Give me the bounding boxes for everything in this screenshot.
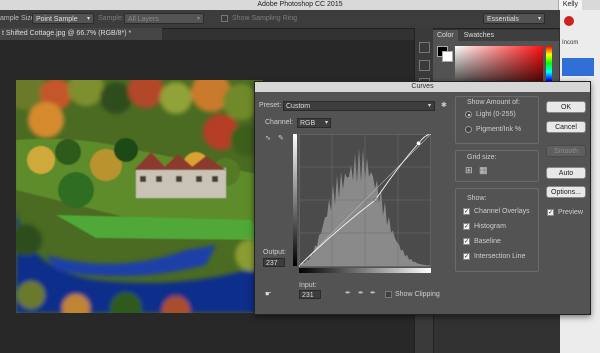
cancel-button[interactable]: Cancel	[546, 121, 586, 133]
ok-button[interactable]: OK	[546, 101, 586, 113]
chevron-down-icon: ▾	[537, 16, 541, 22]
auto-button[interactable]: Auto	[546, 167, 586, 179]
panel-icon[interactable]	[419, 60, 430, 71]
document-tab[interactable]: t Shifted Cottage.jpg @ 66.7% (RGB/8*) *	[0, 28, 162, 40]
options-button[interactable]: Options...	[546, 186, 586, 198]
curve-edit-points-icon[interactable]: ∿	[265, 134, 271, 143]
show-clipping-label: Show Clipping	[395, 291, 440, 298]
preset-options-gear-icon[interactable]: ✱	[441, 101, 447, 110]
workspace-select[interactable]: Essentials ▾	[483, 13, 545, 24]
detailed-grid-icon[interactable]: ▦	[479, 166, 488, 175]
app-title: Adobe Photoshop CC 2015	[257, 1, 343, 8]
output-gradient-bar	[293, 134, 297, 266]
tab-swatches[interactable]: Swatches	[460, 30, 498, 41]
show-amount-title: Show Amount of:	[467, 99, 520, 106]
light-radio[interactable]	[465, 111, 472, 118]
pinterest-icon[interactable]	[564, 16, 574, 26]
sample-select[interactable]: All Layers ▾	[124, 13, 204, 24]
show-clipping-checkbox[interactable]	[385, 291, 392, 298]
curve-control-point[interactable]	[373, 197, 378, 202]
intersection-line-label: Intersection Line	[474, 253, 526, 260]
output-label: Output:	[263, 249, 286, 256]
background-color-swatch[interactable]	[442, 51, 453, 62]
tilt-shift-photo	[16, 80, 263, 313]
baseline-label: Baseline	[474, 238, 501, 245]
curves-dialog: Curves Preset: Custom ▾ ✱ Channel: RGB ▾ ∿…	[254, 81, 591, 315]
curves-graph[interactable]	[299, 134, 431, 274]
sample-size-select[interactable]: Point Sample ▾	[32, 13, 94, 24]
curve-control-point[interactable]	[416, 140, 421, 146]
pigment-option-label: Pigment/Ink %	[476, 126, 522, 133]
show-title: Show:	[467, 195, 487, 202]
channel-overlays-checkbox[interactable]: ✓	[463, 208, 470, 215]
output-field[interactable]: 237	[263, 258, 285, 267]
simple-grid-icon[interactable]: ⊞	[465, 166, 473, 175]
light-option-label: Light (0-255)	[476, 111, 516, 118]
app-title-bar: Adobe Photoshop CC 2015	[0, 0, 600, 10]
gray-eyedropper-icon[interactable]: ✒	[358, 289, 364, 298]
dialog-title: Curves	[255, 82, 590, 92]
target-adjust-hand-icon[interactable]: ☛	[265, 290, 271, 299]
smooth-button[interactable]: Smooth	[546, 145, 586, 157]
preset-label: Preset:	[259, 102, 282, 109]
panel-icon[interactable]	[419, 42, 430, 53]
user-name[interactable]: Kelly	[557, 0, 582, 10]
preview-label: Preview	[558, 209, 583, 216]
show-sampling-ring-label: Show Sampling Ring	[232, 15, 297, 22]
black-eyedropper-icon[interactable]: ✒	[345, 289, 351, 298]
channel-select[interactable]: RGB ▾	[297, 118, 331, 128]
chevron-down-icon: ▾	[86, 16, 90, 22]
curve-control-point[interactable]	[299, 264, 301, 268]
chevron-down-icon: ▾	[196, 16, 200, 22]
channel-overlays-label: Channel Overlays	[474, 208, 530, 215]
browser-thumbnail[interactable]	[562, 58, 594, 76]
channel-label: Channel:	[265, 119, 294, 126]
histogram-label: Histogram	[474, 223, 506, 230]
preview-checkbox[interactable]: ✓	[547, 209, 554, 216]
chevron-down-icon: ▾	[324, 120, 328, 126]
baseline-checkbox[interactable]: ✓	[463, 238, 470, 245]
browser-label: Incom	[562, 40, 579, 46]
pigment-radio[interactable]	[465, 126, 472, 133]
options-bar: ample Size: Point Sample ▾ Sample: All La…	[0, 10, 560, 29]
input-label: Input:	[299, 282, 317, 289]
tab-color[interactable]: Color	[433, 30, 458, 41]
grid-size-title: Grid size:	[467, 154, 497, 161]
intersection-line-checkbox[interactable]: ✓	[463, 253, 470, 260]
white-eyedropper-icon[interactable]: ✒	[370, 289, 376, 298]
input-field[interactable]: 231	[299, 290, 321, 299]
preset-select[interactable]: Custom ▾	[283, 101, 435, 111]
show-sampling-ring-checkbox[interactable]	[221, 15, 228, 22]
chevron-down-icon: ▾	[427, 103, 431, 109]
histogram-checkbox[interactable]: ✓	[463, 223, 470, 230]
sample-label: Sample:	[98, 15, 124, 22]
pencil-icon[interactable]: ✎	[278, 134, 284, 143]
